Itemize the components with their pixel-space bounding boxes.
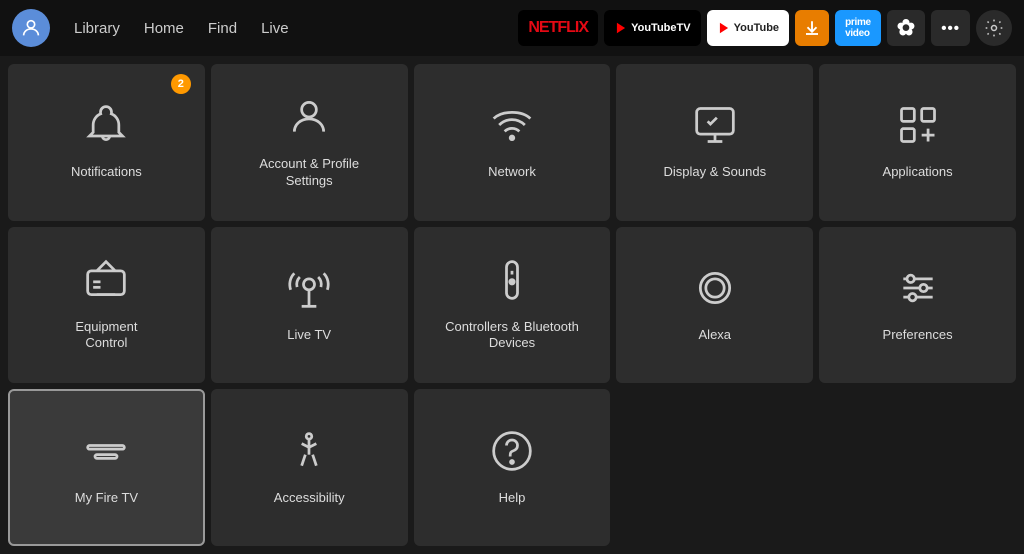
grid-livetv[interactable]: Live TV bbox=[211, 227, 408, 384]
accessibility-icon bbox=[287, 429, 331, 480]
top-navigation: Library Home Find Live NETFLIX YouTubeTV… bbox=[0, 0, 1024, 56]
help-label: Help bbox=[499, 490, 526, 507]
app-youtube[interactable]: YouTube bbox=[707, 10, 789, 46]
grid-applications[interactable]: Applications bbox=[819, 64, 1016, 221]
remote-icon bbox=[490, 258, 534, 309]
grid-alexa[interactable]: Alexa bbox=[616, 227, 813, 384]
user-avatar[interactable] bbox=[12, 9, 50, 47]
app-netflix[interactable]: NETFLIX bbox=[518, 10, 598, 46]
tv-icon bbox=[84, 258, 128, 309]
account-label: Account & ProfileSettings bbox=[259, 156, 359, 190]
sliders-icon bbox=[896, 266, 940, 317]
wifi-icon bbox=[490, 103, 534, 154]
app-flower[interactable]: ✿ bbox=[887, 10, 925, 46]
grid-myfiretv[interactable]: My Fire TV bbox=[8, 389, 205, 546]
help-icon bbox=[490, 429, 534, 480]
grid-account[interactable]: Account & ProfileSettings bbox=[211, 64, 408, 221]
grid-accessibility[interactable]: Accessibility bbox=[211, 389, 408, 546]
person-icon bbox=[287, 95, 331, 146]
display-label: Display & Sounds bbox=[663, 164, 766, 181]
accessibility-label: Accessibility bbox=[274, 490, 345, 507]
nav-links: Library Home Find Live bbox=[74, 20, 289, 37]
grid-controllers[interactable]: Controllers & BluetoothDevices bbox=[414, 227, 611, 384]
grid-preferences[interactable]: Preferences bbox=[819, 227, 1016, 384]
equipment-label: EquipmentControl bbox=[75, 319, 137, 353]
firetv-icon bbox=[84, 429, 128, 480]
myfiretv-label: My Fire TV bbox=[75, 490, 138, 507]
notifications-label: Notifications bbox=[71, 164, 142, 181]
apps-icon bbox=[896, 103, 940, 154]
app-prime[interactable]: primevideo bbox=[835, 10, 881, 46]
app-youtubetv[interactable]: YouTubeTV bbox=[604, 10, 701, 46]
nav-library[interactable]: Library bbox=[74, 20, 120, 37]
settings-button[interactable] bbox=[976, 10, 1012, 46]
app-icons: NETFLIX YouTubeTV YouTube primevideo ✿ •… bbox=[518, 10, 1012, 46]
grid-network[interactable]: Network bbox=[414, 64, 611, 221]
controllers-label: Controllers & BluetoothDevices bbox=[445, 319, 579, 353]
alexa-icon bbox=[693, 266, 737, 317]
app-downloader[interactable] bbox=[795, 10, 829, 46]
grid-empty-1 bbox=[616, 389, 813, 546]
applications-label: Applications bbox=[883, 164, 953, 181]
antenna-icon bbox=[287, 266, 331, 317]
grid-equipment[interactable]: EquipmentControl bbox=[8, 227, 205, 384]
settings-grid: 2 Notifications Account & ProfileSetting… bbox=[0, 56, 1024, 554]
nav-live[interactable]: Live bbox=[261, 20, 289, 37]
livetv-label: Live TV bbox=[287, 327, 331, 344]
network-label: Network bbox=[488, 164, 536, 181]
nav-home[interactable]: Home bbox=[144, 20, 184, 37]
grid-empty-2 bbox=[819, 389, 1016, 546]
grid-help[interactable]: Help bbox=[414, 389, 611, 546]
app-more[interactable]: ••• bbox=[931, 10, 970, 46]
bell-icon bbox=[84, 103, 128, 154]
alexa-label: Alexa bbox=[699, 327, 732, 344]
notification-badge: 2 bbox=[171, 74, 191, 94]
preferences-label: Preferences bbox=[883, 327, 953, 344]
display-icon bbox=[693, 103, 737, 154]
nav-find[interactable]: Find bbox=[208, 20, 237, 37]
grid-notifications[interactable]: 2 Notifications bbox=[8, 64, 205, 221]
grid-display[interactable]: Display & Sounds bbox=[616, 64, 813, 221]
